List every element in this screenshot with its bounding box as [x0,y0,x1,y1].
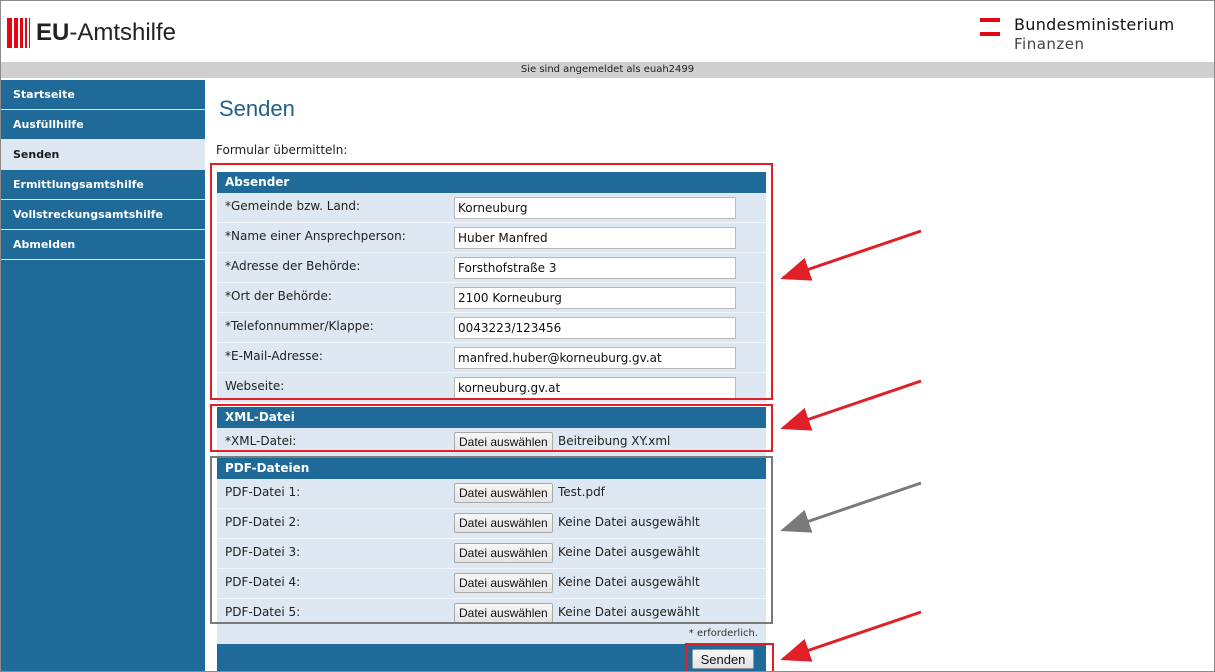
annotation-arrows [780,229,922,662]
arrow-sender [780,229,922,281]
arrow-send [780,610,922,662]
arrow-pdf [780,481,922,533]
arrow-xml [780,379,922,431]
page: EU-Amtshilfe Bundesministerium Finanzen … [0,0,1215,672]
